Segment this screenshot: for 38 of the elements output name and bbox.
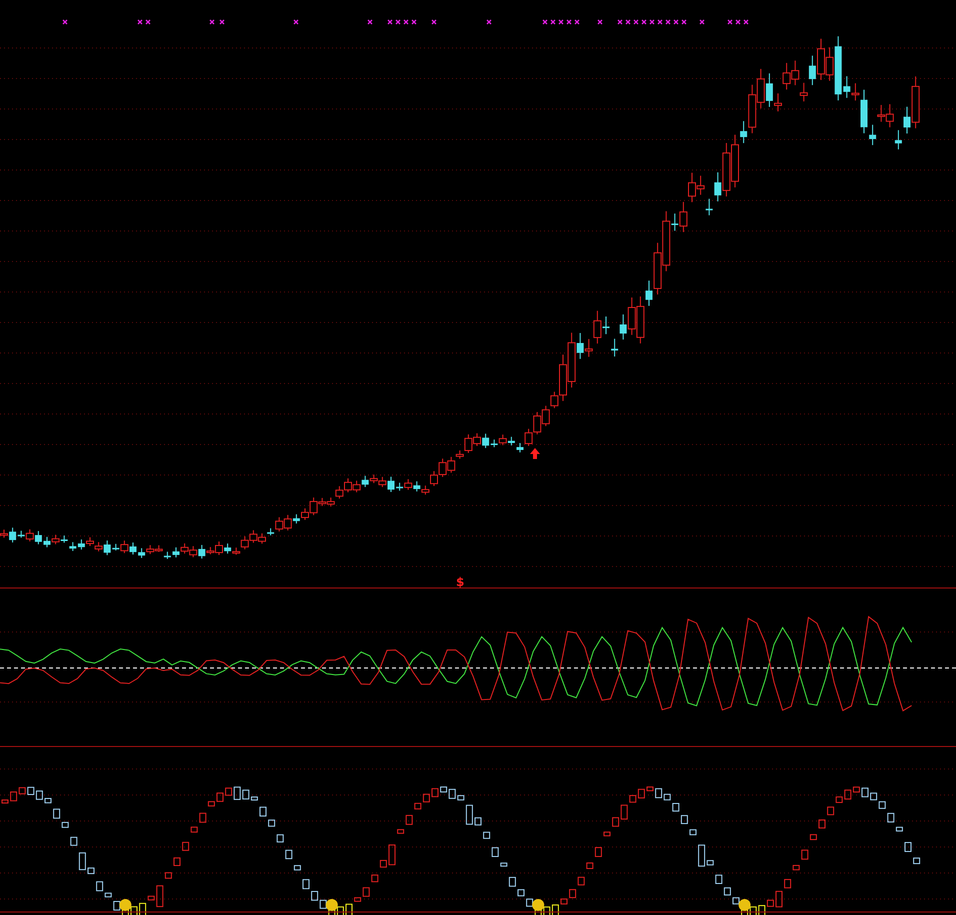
dot-icon (738, 899, 751, 911)
cross-icon (641, 19, 647, 25)
cross-icon (566, 19, 572, 25)
cross-icon (673, 19, 679, 25)
cross-icon (62, 19, 68, 25)
cross-icon (625, 19, 631, 25)
cross-icon (597, 19, 603, 25)
cross-icon (558, 19, 564, 25)
cross-icon (727, 19, 733, 25)
cross-icon (617, 19, 623, 25)
cross-icon (145, 19, 151, 25)
dot-icon (119, 899, 132, 911)
cross-icon (699, 19, 705, 25)
cross-icon (387, 19, 393, 25)
cross-icon (209, 19, 215, 25)
dot-icon (532, 899, 544, 911)
cross-icon (431, 19, 437, 25)
cross-icon (403, 19, 409, 25)
cross-icon (681, 19, 687, 25)
cross-icon (542, 19, 548, 25)
cross-icon (293, 19, 299, 25)
cross-icon (743, 19, 749, 25)
dot-icon (326, 899, 338, 911)
cross-icon (550, 19, 556, 25)
cross-icon (395, 19, 401, 25)
cross-icon (633, 19, 639, 25)
cross-icon (574, 19, 580, 25)
cross-icon (486, 19, 492, 25)
cross-icon (137, 19, 143, 25)
cross-icon (665, 19, 671, 25)
signal-mark: $ (456, 575, 464, 589)
cross-icon (367, 19, 373, 25)
cross-icon (411, 19, 417, 25)
arrow-icon (530, 448, 540, 459)
cross-icon (649, 19, 655, 25)
cross-icon (219, 19, 225, 25)
cross-icon (735, 19, 741, 25)
cross-icon (657, 19, 663, 25)
